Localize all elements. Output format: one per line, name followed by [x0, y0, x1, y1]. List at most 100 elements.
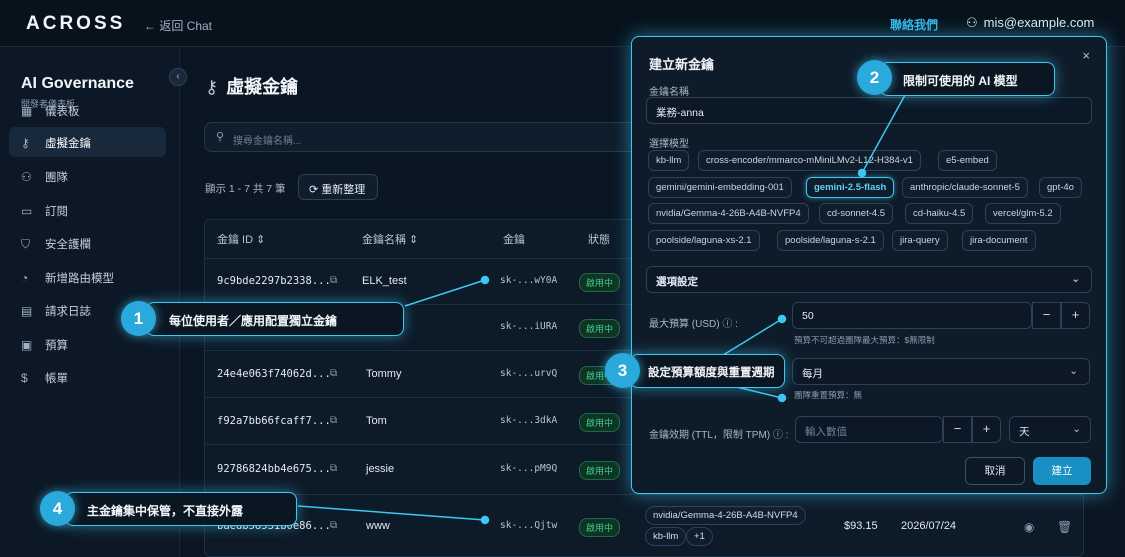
model-chip: kb-llm [645, 527, 687, 546]
model-option[interactable]: anthropic/claude-sonnet-5 [902, 177, 1028, 198]
budget-increment-button[interactable]: + [1061, 302, 1090, 329]
model-option[interactable]: jira-query [892, 230, 948, 251]
copy-icon[interactable]: ⧉ [330, 463, 337, 474]
model-select-label: 選擇模型 [649, 139, 689, 150]
search-input[interactable]: ⚲ 搜尋金鑰名稱... [204, 122, 644, 152]
sidebar-title: AI Governance [21, 75, 134, 92]
sidebar-item-0[interactable]: ▦ 儀表板 [9, 95, 166, 125]
copy-icon[interactable]: ⧉ [330, 520, 337, 531]
key-name-field[interactable]: 業務-anna [646, 97, 1092, 124]
callout-3-number: 3 [605, 353, 640, 388]
column-header-key-id[interactable]: 金鑰 ID ⇕ [217, 231, 265, 247]
status-badge: 啟用中 [579, 273, 621, 292]
model-option[interactable]: cd-sonnet-4.5 [819, 203, 894, 224]
budget-hint: 預算不可超過團隊最大預算：$無限制 [794, 335, 935, 345]
contact-us-link[interactable]: 聯絡我們 [890, 16, 938, 33]
model-option[interactable]: poolside/laguna-xs-2.1 [648, 230, 760, 251]
model-option[interactable]: e5-embed [938, 150, 997, 171]
sidebar-item-1[interactable]: ⚷ 虛擬金鑰 [9, 127, 166, 157]
model-chip: nvidia/Gemma-4-26B-A4B-NVFP4 [645, 506, 806, 525]
refresh-button[interactable]: ⟳ 重新整理 [298, 174, 378, 200]
sidebar-item-4[interactable]: ⛉ 安全護欄 [9, 228, 166, 258]
reset-period-hint: 團隊重置預算：無 [794, 390, 863, 400]
model-option[interactable]: cd-haiku-4.5 [905, 203, 974, 224]
copy-icon[interactable]: ⧉ [330, 415, 337, 426]
model-option[interactable]: jira-document [962, 230, 1036, 251]
callout-3: 設定預算額度與重置週期 [630, 354, 785, 388]
status-badge: 啟用中 [579, 319, 621, 338]
chevron-down-icon: ⌄ [1071, 273, 1080, 285]
callout-4: 主金鑰集中保管，不直接外露 [65, 492, 297, 526]
sidebar-item-2[interactable]: ⚇ 團隊 [9, 161, 166, 191]
status-badge: 啟用中 [579, 461, 621, 480]
ttl-increment-button[interactable]: + [972, 416, 1001, 443]
sidebar-item-label: 帳單 [45, 373, 68, 385]
log-icon: ▤ [21, 304, 33, 318]
sidebar-item-label: 儀表板 [45, 106, 80, 118]
create-button[interactable]: 建立 [1033, 457, 1091, 485]
column-header-key-name[interactable]: 金鑰名稱 ⇕ [362, 231, 418, 247]
copy-icon[interactable]: ⧉ [330, 275, 337, 286]
view-icon[interactable]: ◉ [1024, 520, 1034, 534]
back-to-chat-link[interactable]: ← 返回 Chat [144, 17, 212, 34]
callout-2: 限制可使用的 AI 模型 [880, 62, 1055, 96]
key-name-label: 金鑰名稱 [649, 87, 689, 98]
cancel-button[interactable]: 取消 [965, 457, 1025, 485]
collapse-sidebar-button[interactable]: ‹ [169, 68, 187, 86]
status-badge: 啟用中 [579, 412, 621, 432]
key-id-cell: 24e4e063f74062d... [217, 367, 331, 380]
sidebar-item-3[interactable]: ▭ 訂閱 [9, 195, 166, 225]
model-option[interactable]: cross-encoder/mmarco-mMiniLMv2-L12-H384-… [698, 150, 921, 171]
reset-period-select[interactable]: 每月 ⌄ [792, 358, 1090, 385]
sidebar-item-5[interactable]: ◔ 新增路由模型 [9, 262, 166, 292]
key-name-cell: ELK_test [362, 275, 407, 287]
budget-decrement-button[interactable]: − [1032, 302, 1061, 329]
across-logo[interactable]: ACROSS [26, 13, 125, 35]
model-option[interactable]: poolside/laguna-s-2.1 [777, 230, 884, 251]
sidebar-item-label: 虛擬金鑰 [45, 138, 91, 150]
callout-1-number: 1 [121, 301, 156, 336]
user-menu[interactable]: ⚇ mis@example.com [966, 15, 1094, 31]
billing-icon: $ [21, 371, 28, 385]
budget-icon: ▣ [21, 338, 33, 352]
masked-key-cell: sk-...pM9Q [500, 463, 558, 474]
masked-key-cell: sk-...Qjtw [500, 520, 558, 531]
sidebar-item-label: 安全護欄 [45, 239, 91, 251]
ttl-label: 金鑰效期 (TTL，限制 TPM) ⓘ : [649, 430, 789, 441]
masked-key-cell: sk-...urvQ [500, 367, 558, 379]
model-option[interactable]: gemini-2.5-flash [806, 177, 895, 198]
delete-icon[interactable]: 🗑 [1057, 520, 1072, 534]
key-id-cell: 9c9bde2297b2338... [217, 275, 331, 287]
sidebar-item-8[interactable]: $ 帳單 [9, 362, 166, 392]
team-icon: ⚇ [21, 170, 32, 184]
ttl-decrement-button[interactable]: − [943, 416, 972, 443]
ttl-input[interactable]: 輸入數值 [795, 416, 943, 443]
max-budget-input[interactable]: 50 [792, 302, 1032, 329]
model-option[interactable]: gemini/gemini-embedding-001 [648, 177, 792, 198]
key-name-cell: jessie [366, 463, 395, 475]
key-name-cell: Tommy [366, 367, 402, 380]
model-option[interactable]: vercel/glm-5.2 [985, 203, 1061, 224]
info-icon: ⓘ [772, 430, 783, 441]
info-icon: ⓘ [722, 319, 733, 330]
ttl-unit-select[interactable]: 天 ⌄ [1009, 416, 1091, 443]
close-icon[interactable]: × [1082, 48, 1090, 63]
sidebar-item-label: 新增路由模型 [45, 273, 114, 285]
options-dropdown[interactable]: 選項設定 ⌄ [646, 266, 1092, 293]
masked-key-cell: sk-...wY0A [500, 275, 558, 286]
key-icon: ⚷ [205, 77, 219, 97]
key-name-cell: Tom [366, 414, 387, 427]
user-icon: ⚇ [966, 15, 978, 30]
copy-icon[interactable]: ⧉ [330, 368, 337, 379]
model-option[interactable]: gpt-4o [1039, 177, 1082, 198]
column-header-status: 狀態 [588, 234, 610, 246]
model-option[interactable]: kb-llm [648, 150, 690, 171]
model-option[interactable]: nvidia/Gemma-4-26B-A4B-NVFP4 [648, 203, 809, 224]
route-icon: ◔ [21, 271, 29, 285]
model-chip: +1 [686, 527, 713, 546]
sidebar-item-label: 預算 [45, 340, 68, 352]
masked-key-cell: sk-...3dkA [500, 414, 558, 426]
max-budget-label: 最大預算 (USD) ⓘ : [649, 319, 738, 330]
callout-2-number: 2 [857, 60, 892, 95]
refresh-icon: ⟳ [309, 184, 322, 196]
